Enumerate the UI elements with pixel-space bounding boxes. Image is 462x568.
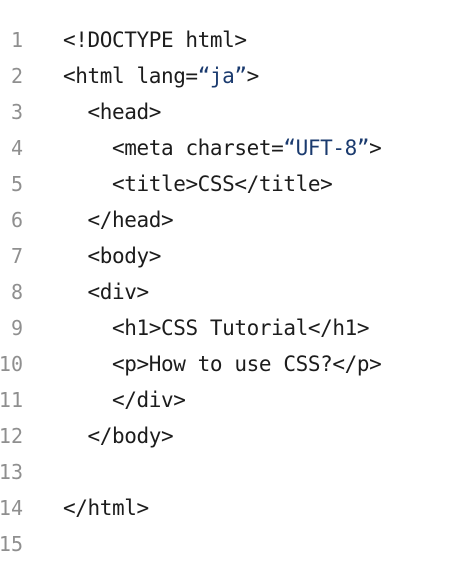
line-number: 10	[0, 352, 23, 376]
code-token: >	[369, 136, 382, 160]
code-text: <head>	[63, 94, 162, 130]
code-text: <h1>CSS Tutorial</h1>	[63, 310, 370, 346]
code-line: 15	[0, 526, 462, 562]
line-number: 3	[10, 100, 23, 124]
code-text: <meta charset=“UFT-8”>	[63, 130, 382, 166]
code-text: <div>	[63, 274, 150, 310]
code-line: 6 </head>	[0, 202, 462, 238]
code-line: 2 <html lang=“ja”>	[0, 58, 462, 94]
code-text: <!DOCTYPE html>	[63, 22, 247, 58]
code-text: </body>	[63, 418, 174, 454]
code-token: </head>	[87, 208, 174, 232]
line-number: 9	[10, 316, 23, 340]
line-number: 4	[10, 136, 23, 160]
code-token: <!DOCTYPE html>	[63, 28, 247, 52]
string-literal: “ja”	[197, 64, 247, 88]
string-literal: “UFT-8”	[283, 136, 370, 160]
code-line: 1 <!DOCTYPE html>	[0, 22, 462, 58]
line-number: 15	[0, 532, 23, 556]
code-token: </html>	[63, 496, 149, 520]
code-token: </div>	[111, 388, 186, 412]
code-line: 4 <meta charset=“UFT-8”>	[0, 130, 462, 166]
code-token: <head>	[87, 100, 162, 124]
code-token: >	[246, 64, 260, 88]
code-text: </div>	[63, 382, 186, 418]
line-number: 5	[10, 172, 23, 196]
line-number: 2	[10, 64, 23, 88]
line-number: 1	[10, 28, 23, 52]
line-number: 7	[10, 244, 23, 268]
code-token: <html lang=	[63, 64, 198, 88]
line-number: 12	[0, 424, 23, 448]
code-line: 3 <head>	[0, 94, 462, 130]
code-line: 9 <h1>CSS Tutorial</h1>	[0, 310, 462, 346]
code-text: </head>	[63, 202, 174, 238]
code-token: <p>How to use CSS?</p>	[111, 352, 382, 376]
line-number: 14	[0, 496, 23, 520]
code-token: <body>	[87, 244, 162, 268]
code-line: 5 <title>CSS</title>	[0, 166, 462, 202]
code-line: 13	[0, 454, 462, 490]
code-text: <body>	[63, 238, 162, 274]
code-token: </body>	[87, 424, 174, 448]
line-number: 6	[10, 208, 23, 232]
line-number: 11	[0, 388, 23, 412]
line-number: 13	[0, 460, 23, 484]
code-line: 7 <body>	[0, 238, 462, 274]
code-token: <h1>CSS Tutorial</h1>	[111, 316, 370, 340]
code-token: <div>	[87, 280, 150, 304]
code-line: 10 <p>How to use CSS?</p>	[0, 346, 462, 382]
code-token: <meta charset=	[111, 136, 284, 160]
code-text: <p>How to use CSS?</p>	[63, 346, 382, 382]
code-line: 11 </div>	[0, 382, 462, 418]
code-line: 14 </html>	[0, 490, 462, 526]
line-number: 8	[10, 280, 23, 304]
code-text: <title>CSS</title>	[63, 166, 333, 202]
code-screenshot: { "editor": { "lines": [ {"number": "1",…	[0, 0, 462, 568]
code-line: 12 </body>	[0, 418, 462, 454]
code-token: <title>CSS</title>	[111, 172, 333, 196]
code-text: <html lang=“ja”>	[63, 58, 259, 94]
code-editor: 1 <!DOCTYPE html> 2 <html lang=“ja”> 3 <head…	[0, 22, 462, 562]
code-text: </html>	[63, 490, 149, 526]
code-line: 8 <div>	[0, 274, 462, 310]
